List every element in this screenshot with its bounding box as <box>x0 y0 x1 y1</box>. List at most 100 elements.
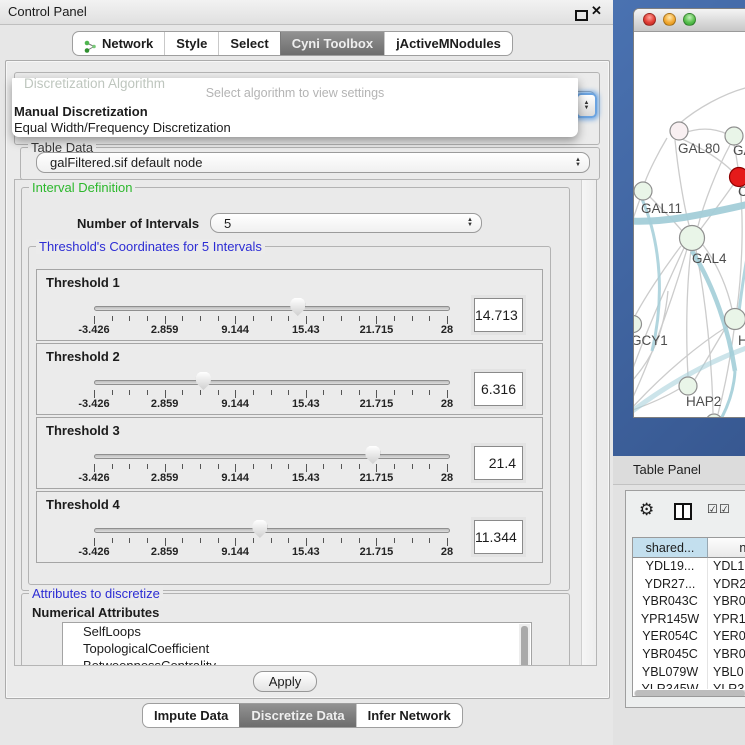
tick-label: 21.715 <box>346 546 406 558</box>
tick <box>323 390 324 395</box>
cell-shared-name[interactable]: YDR27... <box>633 576 708 594</box>
column-header-name[interactable]: name <box>708 538 745 558</box>
tab-select[interactable]: Select <box>218 32 279 55</box>
checkbox-icon[interactable]: ☑ <box>707 502 718 516</box>
zoom-traffic-light[interactable] <box>683 13 696 26</box>
split-columns-icon[interactable] <box>674 503 692 520</box>
cell-name[interactable]: YDR2 <box>708 576 745 594</box>
cell-shared-name[interactable]: YLR345W <box>633 681 708 689</box>
threshold-panel-1: Threshold 1-3.4262.8599.14415.4321.71528… <box>36 269 543 341</box>
threshold-value-field[interactable]: 6.316 <box>474 372 523 406</box>
tick <box>412 390 413 395</box>
cell-name[interactable]: YDL1 <box>708 558 745 576</box>
gear-icon[interactable]: ⚙ <box>639 500 654 520</box>
attribute-list-item[interactable]: SelfLoops <box>63 623 531 640</box>
network-node-pink[interactable] <box>670 122 688 140</box>
tab-jactivemnodules[interactable]: jActiveMNodules <box>384 32 512 55</box>
numerical-attributes-list[interactable]: SelfLoopsTopologicalCoefficientBetweenne… <box>62 622 532 666</box>
network-view-window: GAL80GACGAL11GAL4GCY1HHAP2 <box>633 8 745 418</box>
tick <box>218 316 219 321</box>
attribute-list-item[interactable]: TopologicalCoefficient <box>63 640 531 657</box>
close-icon[interactable]: ✕ <box>591 3 602 19</box>
algorithm-option[interactable]: Equal Width/Frequency Discretization <box>14 120 231 136</box>
tab-infer-network[interactable]: Infer Network <box>356 704 462 727</box>
network-node-green[interactable] <box>634 182 652 200</box>
slider-thumb[interactable] <box>252 520 267 538</box>
cell-name[interactable]: YBL0 <box>708 664 745 682</box>
list-scrollbar[interactable] <box>519 624 530 666</box>
network-node-green[interactable] <box>706 414 722 418</box>
tab-discretize-data[interactable]: Discretize Data <box>239 704 355 727</box>
cell-name[interactable]: YLR3 <box>708 681 745 689</box>
tick <box>271 390 272 395</box>
table-data-combobox[interactable]: galFiltered.sif default node ▲▼ <box>36 152 590 173</box>
network-node-green[interactable] <box>634 316 642 333</box>
tick <box>394 464 395 469</box>
tab-impute-data[interactable]: Impute Data <box>143 704 239 727</box>
table-row[interactable]: YDL19...YDL1 <box>633 558 745 576</box>
slider-track[interactable] <box>94 528 450 533</box>
threshold-value-field[interactable]: 14.713 <box>474 298 523 332</box>
threshold-value-field[interactable]: 11.344 <box>474 520 523 554</box>
number-of-intervals-combobox[interactable]: 5 ▲▼ <box>210 213 482 233</box>
slider-thumb[interactable] <box>365 446 380 464</box>
table-row[interactable]: YER054CYER0 <box>633 628 745 646</box>
table-row[interactable]: YDR27...YDR2 <box>633 576 745 594</box>
checkbox-icon[interactable]: ☑ <box>719 502 730 516</box>
table-row[interactable]: YBL079WYBL0 <box>633 664 745 682</box>
table-body: YDL19...YDL1YDR27...YDR2YBR043CYBR0YPR14… <box>633 558 745 689</box>
column-header-shared[interactable]: shared... <box>633 538 708 558</box>
table-row[interactable]: YLR345WYLR3 <box>633 681 745 689</box>
network-node-green[interactable] <box>680 226 705 251</box>
network-node-green[interactable] <box>725 309 745 330</box>
table-horizontal-scrollbar[interactable] <box>634 690 745 697</box>
cyni-bottom-tabs: Impute DataDiscretize DataInfer Network <box>142 703 463 728</box>
cell-shared-name[interactable]: YER054C <box>633 628 708 646</box>
slider-track[interactable] <box>94 380 450 385</box>
cell-name[interactable]: YPR1 <box>708 611 745 629</box>
node-label: GAL80 <box>678 141 720 156</box>
cell-name[interactable]: YER0 <box>708 628 745 646</box>
settings-scrollbar[interactable] <box>581 180 596 665</box>
tab-style[interactable]: Style <box>164 32 218 55</box>
attributes-group: Attributes to discretize Numerical Attri… <box>21 593 570 666</box>
combo-arrows-icon[interactable]: ▲▼ <box>576 93 597 118</box>
close-traffic-light[interactable] <box>643 13 656 26</box>
float-window-icon[interactable] <box>575 10 588 21</box>
algorithm-option[interactable]: Manual Discretization <box>14 104 148 120</box>
table-row[interactable]: YBR043CYBR0 <box>633 593 745 611</box>
tick <box>200 316 201 321</box>
slider-thumb[interactable] <box>290 298 305 316</box>
tick <box>235 538 236 546</box>
tab-cyni-toolbox[interactable]: Cyni Toolbox <box>280 32 384 55</box>
network-icon <box>84 37 97 50</box>
network-canvas[interactable]: GAL80GACGAL11GAL4GCY1HHAP2 <box>634 31 745 418</box>
node-label: GCY1 <box>634 333 668 348</box>
apply-button[interactable]: Apply <box>253 671 317 692</box>
cell-shared-name[interactable]: YBR045C <box>633 646 708 664</box>
cell-shared-name[interactable]: YDL19... <box>633 558 708 576</box>
tick-label: 9.144 <box>205 324 265 336</box>
table-row[interactable]: YBR045CYBR0 <box>633 646 745 664</box>
threshold-coordinates-group: Threshold's Coordinates for 5 Intervals … <box>28 246 551 585</box>
cell-name[interactable]: YBR0 <box>708 646 745 664</box>
cell-name[interactable]: YBR0 <box>708 593 745 611</box>
threshold-value-field[interactable]: 21.4 <box>474 446 523 480</box>
tab-network[interactable]: Network <box>73 32 164 55</box>
threshold-label: Threshold 1 <box>46 275 120 290</box>
table-panel: ⚙ ☑ ☑ shared... name YDL19...YDL1YDR27..… <box>625 490 745 708</box>
slider-track[interactable] <box>94 454 450 459</box>
slider-thumb[interactable] <box>196 372 211 390</box>
tick <box>288 464 289 469</box>
network-node-green[interactable] <box>679 377 697 395</box>
cell-shared-name[interactable]: YBR043C <box>633 593 708 611</box>
minimize-traffic-light[interactable] <box>663 13 676 26</box>
tick <box>129 390 130 395</box>
cell-shared-name[interactable]: YBL079W <box>633 664 708 682</box>
tick <box>341 464 342 469</box>
cell-shared-name[interactable]: YPR145W <box>633 611 708 629</box>
control-panel-titlebar: Control Panel ✕ <box>0 0 613 25</box>
attribute-list-item[interactable]: BetweennessCentrality <box>63 657 531 666</box>
slider-track[interactable] <box>94 306 450 311</box>
table-row[interactable]: YPR145WYPR1 <box>633 611 745 629</box>
